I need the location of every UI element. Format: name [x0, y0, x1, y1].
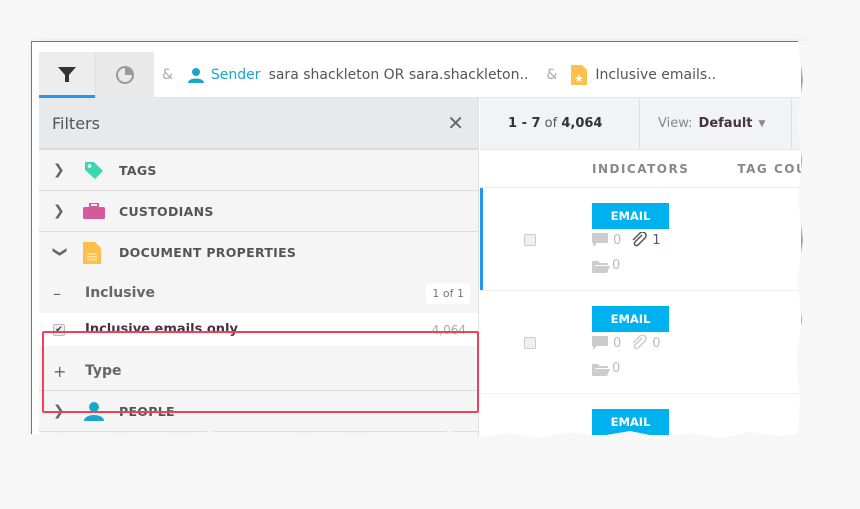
- view-value: Default: [698, 116, 753, 131]
- paperclip-icon: [632, 335, 648, 350]
- comment-count: 0: [613, 335, 622, 351]
- close-icon[interactable]: ✕: [447, 111, 464, 135]
- range-start: 1: [508, 116, 518, 131]
- filters-panel: Filters ✕ ❯ TAGS ❯ CUSTODIANS ❯ DOCUMENT…: [39, 98, 479, 439]
- section-label: DOCUMENT PROPERTIES: [119, 245, 297, 260]
- email-badge: EMAIL: [592, 306, 669, 332]
- result-range: 1 - 7 of 4,064: [480, 97, 640, 150]
- filters-tab[interactable]: [39, 51, 95, 98]
- result-total: 4,064: [561, 116, 603, 131]
- person-icon: [187, 67, 204, 83]
- and-operator: &: [546, 66, 558, 83]
- filters-title: Filters: [52, 113, 100, 133]
- chevron-right-icon: ❯: [53, 203, 65, 219]
- filter-section-custodians[interactable]: ❯ CUSTODIANS: [39, 191, 478, 232]
- document-star-icon: [571, 64, 588, 85]
- chevron-right-icon: ❯: [53, 162, 65, 178]
- inclusive-label: Inclusive: [85, 285, 155, 301]
- collapse-icon: –: [53, 283, 61, 303]
- caret-down-icon: ▼: [758, 118, 766, 129]
- filters-header: Filters ✕: [39, 98, 478, 150]
- document-filter-value[interactable]: Inclusive emails..: [595, 67, 716, 83]
- filter-section-tags[interactable]: ❯ TAGS: [39, 150, 478, 191]
- pie-chart-icon: [116, 65, 134, 84]
- sender-filter-value[interactable]: sara shackleton OR sara.shackleton..: [269, 67, 529, 83]
- column-header-indicators[interactable]: INDICATORS: [592, 162, 689, 176]
- briefcase-icon: [83, 203, 105, 219]
- comment-count: 0: [613, 232, 622, 248]
- highlight-box: [42, 331, 479, 413]
- column-header-tag-count[interactable]: TAG COU: [737, 162, 801, 176]
- section-label: TAGS: [119, 162, 157, 178]
- search-bar: & Sender sara shackleton OR sara.shackle…: [39, 51, 801, 98]
- filter-section-document-properties[interactable]: ❯ DOCUMENT PROPERTIES: [39, 232, 478, 273]
- view-label: View:: [658, 116, 693, 131]
- row-checkbox[interactable]: [524, 337, 536, 349]
- table-row[interactable]: EMAIL: [480, 394, 801, 439]
- chevron-down-icon: ❯: [52, 245, 68, 258]
- of-label: of: [540, 116, 562, 131]
- inclusive-group[interactable]: – Inclusive 1 of 1: [39, 273, 478, 313]
- analytics-tab[interactable]: [95, 51, 154, 98]
- document-icon: [83, 241, 101, 264]
- folder-icon: [592, 363, 610, 376]
- tag-icon: [85, 162, 103, 179]
- results-panel: 1 - 7 of 4,064 View: Default ▼ INDICATOR…: [480, 97, 801, 439]
- email-badge: EMAIL: [592, 203, 669, 229]
- column-headers: INDICATORS TAG COU: [480, 150, 801, 188]
- section-label: CUSTODIANS: [119, 203, 214, 219]
- and-operator: &: [162, 66, 173, 83]
- range-end: 7: [531, 116, 541, 131]
- comment-icon: [592, 233, 608, 247]
- inclusive-count-badge: 1 of 1: [426, 282, 470, 304]
- paperclip-icon: [632, 232, 648, 247]
- row-checkbox[interactable]: [524, 234, 536, 246]
- range-sep: -: [517, 116, 532, 131]
- attachment-count: 1: [652, 232, 661, 248]
- folder-icon: [592, 260, 610, 273]
- comment-icon: [592, 336, 608, 350]
- table-row[interactable]: EMAIL 0 0 0: [480, 291, 801, 394]
- email-badge: EMAIL: [592, 409, 669, 435]
- table-row[interactable]: EMAIL 0 1 0: [480, 188, 801, 291]
- breadcrumb: & Sender sara shackleton OR sara.shackle…: [154, 64, 716, 85]
- view-selector[interactable]: View: Default ▼: [640, 97, 792, 150]
- attachment-count: 0: [652, 335, 661, 351]
- screenshot-paper: & Sender sara shackleton OR sara.shackle…: [31, 41, 801, 439]
- results-header: 1 - 7 of 4,064 View: Default ▼: [480, 97, 801, 150]
- sender-filter-label[interactable]: Sender: [211, 67, 261, 83]
- filter-icon: [58, 66, 76, 82]
- folder-count: 0: [612, 258, 621, 273]
- folder-count: 0: [612, 361, 621, 376]
